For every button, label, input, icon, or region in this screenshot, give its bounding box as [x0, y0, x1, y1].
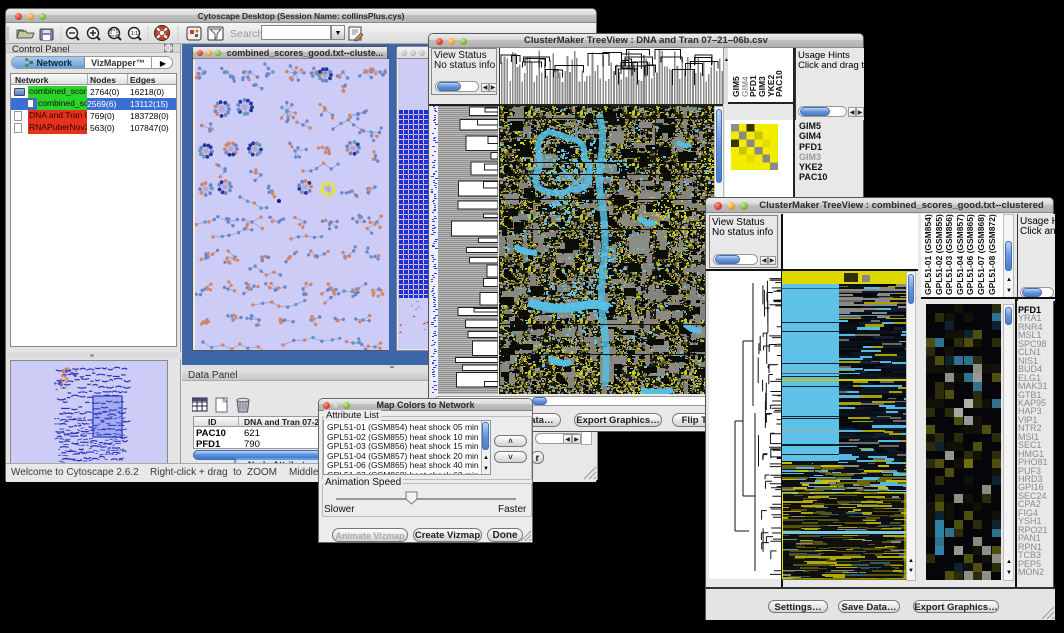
svg-text:1:1: 1:1 — [131, 31, 138, 37]
